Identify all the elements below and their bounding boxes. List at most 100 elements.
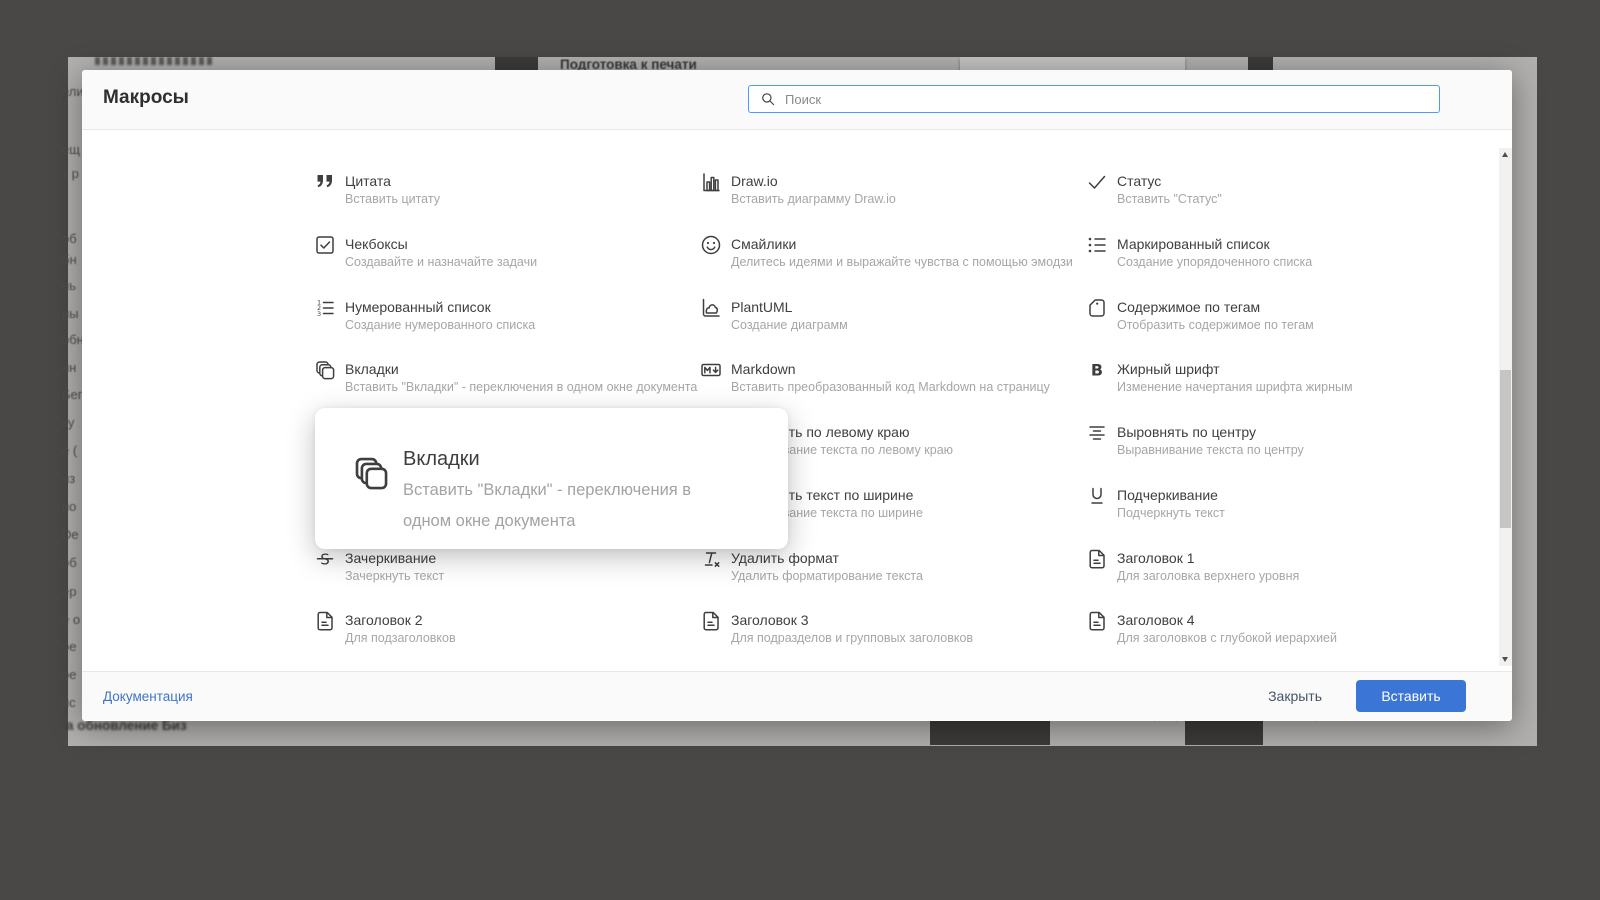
macro-title: Заголовок 3 [731, 612, 809, 629]
document-icon [1089, 549, 1105, 569]
macro-item-align-center[interactable]: Выровнять по центру Выравнивание текста … [1067, 421, 1453, 484]
checkbox-icon [316, 236, 334, 254]
search-box[interactable] [748, 85, 1440, 113]
bold-icon: B [1091, 361, 1103, 380]
macro-list-area: Цитата Вставить цитату Чекбоксы Создавай… [82, 130, 1512, 671]
macro-title: Нумерованный список [345, 298, 491, 315]
macro-desc: Выравнивание текста по центру [1117, 443, 1304, 457]
macro-desc: Вставить диаграмму Draw.io [731, 192, 896, 206]
macro-item-heading3[interactable]: Заголовок 3 Для подразделов и групповых … [681, 609, 1067, 671]
macro-desc: Создание упорядоченного списка [1117, 254, 1313, 269]
macro-title: Смайлики [731, 235, 797, 252]
macro-item-plantuml[interactable]: PlantUML Создание диаграмм [681, 296, 1067, 359]
macro-desc: Изменение начертания шрифта жирным [1117, 380, 1353, 395]
macro-item-checkboxes[interactable]: Чекбоксы Создавайте и назначайте задачи [295, 233, 681, 296]
macro-desc: Создание нумерованного списка [345, 317, 536, 332]
macro-desc: Для заголовка верхнего уровня [1117, 568, 1300, 583]
status-check-icon [1088, 175, 1106, 189]
macro-desc: Делитесь идеями и выражайте чувства с по… [731, 254, 1073, 269]
macro-title: Заголовок 2 [345, 612, 423, 629]
macro-desc: Создание диаграмм [731, 317, 848, 332]
scroll-down-arrow[interactable] [1502, 657, 1508, 662]
macro-title: Удалить формат [731, 549, 839, 566]
macro-item-numbered-list[interactable]: 1 2 3 Нумерованный список Создание нумер… [295, 296, 681, 359]
macros-dialog: Макросы Цитата Вставить цитату [82, 70, 1512, 721]
macro-item-underline[interactable]: Подчеркивание Подчеркнуть текст [1067, 484, 1453, 547]
macro-item-status[interactable]: Статус Вставить "Статус" [1067, 170, 1453, 233]
macro-item-content-by-tags[interactable]: Содержимое по тегам Отобразить содержимо… [1067, 296, 1453, 359]
documentation-link[interactable]: Документация [103, 689, 193, 704]
macro-desc: Для подзаголовков [345, 631, 456, 646]
macro-title: Заголовок 4 [1117, 612, 1195, 629]
tabs-icon [316, 361, 335, 380]
dialog-title: Макросы [103, 87, 189, 108]
strikethrough-icon: S [316, 550, 334, 568]
close-button[interactable]: Закрыть [1252, 680, 1338, 712]
macro-title: Подчеркивание [1117, 486, 1218, 503]
scroll-up-arrow[interactable] [1502, 152, 1508, 157]
macro-title: Заголовок 1 [1117, 549, 1195, 566]
macro-item-strikethrough[interactable]: S Зачеркивание Зачеркнуть текст [295, 547, 681, 610]
macro-title: Выровнять по центру [1117, 424, 1256, 440]
tooltip-description: Вставить "Вкладки" - переключения в одно… [403, 481, 692, 530]
drawio-chart-icon [703, 173, 720, 192]
macro-title: Статус [1117, 173, 1162, 189]
numbered-list-icon: 1 2 3 [317, 298, 334, 317]
search-input[interactable] [777, 88, 1439, 110]
macro-item-bold[interactable]: B Жирный шрифт Изменение начертания шриф… [1067, 358, 1453, 421]
scrollbar-track[interactable] [1499, 148, 1512, 666]
dimmed-toolbar-text [95, 57, 213, 65]
tooltip-title: Вкладки [403, 448, 480, 470]
macro-title: Жирный шрифт [1117, 361, 1220, 378]
smiley-icon [701, 235, 721, 254]
macro-desc: Вставить "Статус" [1117, 192, 1222, 206]
dialog-footer: Документация Закрыть Вставить [82, 671, 1512, 720]
document-icon [1089, 612, 1105, 631]
macro-item-heading2[interactable]: Заголовок 2 Для подзаголовков [295, 609, 681, 671]
document-icon [317, 612, 333, 631]
macro-desc: Для заголовков с глубокой иерархией [1117, 631, 1337, 646]
macro-desc: Отобразить содержимое по тегам [1117, 317, 1314, 332]
dialog-header: Макросы [82, 70, 1512, 130]
markdown-icon [701, 364, 721, 377]
macro-item-heading4[interactable]: Заголовок 4 Для заголовков с глубокой ие… [1067, 609, 1453, 671]
macro-desc: Для подразделов и групповых заголовков [731, 631, 974, 646]
macro-desc: Подчеркнуть текст [1117, 505, 1225, 520]
macro-item-remove-format[interactable]: Удалить формат Удалить форматирование те… [681, 547, 1067, 610]
macro-desc: Удалить форматирование текста [731, 568, 923, 583]
tag-icon [1089, 298, 1105, 317]
macro-column-3: Статус Вставить "Статус" Маркированный с… [1067, 170, 1453, 671]
macro-desc: Создавайте и назначайте задачи [345, 254, 538, 269]
macro-title: Маркированный список [1117, 235, 1270, 252]
macro-desc: Зачеркнуть текст [345, 568, 445, 583]
macro-title: Чекбоксы [345, 235, 408, 252]
bullet-list-icon [1088, 237, 1106, 253]
macro-desc: Вставить "Вкладки" - переключения в одно… [345, 380, 698, 395]
dimmed-panel [960, 57, 1185, 71]
macro-item-heading1[interactable]: Заголовок 1 Для заголовка верхнего уровн… [1067, 547, 1453, 610]
macro-title: Цитата [345, 173, 391, 189]
scrollbar-thumb[interactable] [1500, 370, 1511, 528]
macro-item-bullet-list[interactable]: Маркированный список Создание упорядочен… [1067, 233, 1453, 296]
macro-title: Зачеркивание [345, 549, 437, 566]
macro-item-emoji[interactable]: Смайлики Делитесь идеями и выражайте чув… [681, 233, 1073, 296]
dimmed-ui-block [495, 57, 538, 71]
macro-item-drawio[interactable]: Draw.io Вставить диаграмму Draw.io [681, 170, 1067, 233]
quote-icon [317, 175, 332, 188]
macro-title: Markdown [731, 361, 796, 378]
svg-text:S: S [320, 550, 330, 568]
macro-title: Содержимое по тегам [1117, 298, 1261, 315]
plantuml-icon [702, 298, 720, 317]
macro-grid: Цитата Вставить цитату Чекбоксы Создавай… [82, 130, 1512, 671]
document-icon [703, 612, 719, 631]
macro-title: Draw.io [731, 173, 778, 189]
search-icon [762, 93, 775, 106]
tabs-icon [355, 457, 388, 490]
underline-icon [1091, 487, 1103, 504]
macro-hover-tooltip: Вкладки Вставить "Вкладки" - переключени… [315, 408, 788, 549]
macro-item-quote[interactable]: Цитата Вставить цитату [295, 170, 681, 233]
macro-desc: Вставить цитату [345, 192, 440, 206]
align-center-icon [1089, 426, 1105, 440]
macro-title: Вкладки [345, 361, 399, 378]
insert-button[interactable]: Вставить [1356, 680, 1466, 712]
